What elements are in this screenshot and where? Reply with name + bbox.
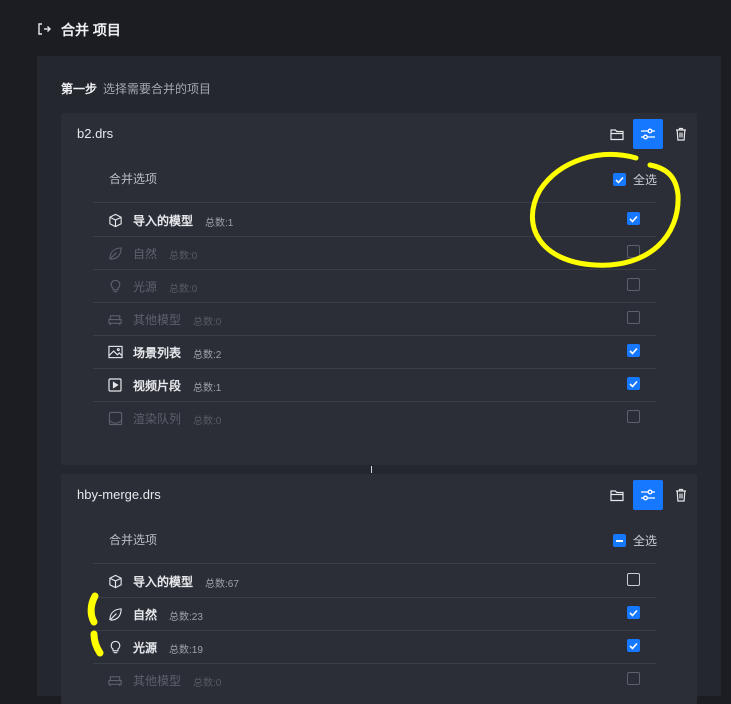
bulb-icon bbox=[107, 278, 123, 294]
cube-icon bbox=[107, 573, 123, 589]
merge-option-checkbox[interactable] bbox=[627, 639, 640, 652]
merge-option-count: 总数:0 bbox=[169, 251, 198, 262]
sliders-icon bbox=[641, 489, 655, 501]
step-header: 第一步 选择需要合并的项目 bbox=[61, 80, 211, 97]
merge-option-count: 总数:0 bbox=[193, 416, 222, 427]
open-folder-button[interactable] bbox=[602, 119, 632, 149]
folder-icon bbox=[609, 128, 624, 140]
merge-options-label: 合并选项 bbox=[109, 533, 158, 547]
sofa-icon bbox=[107, 672, 123, 688]
merge-option-label: 其他模型 bbox=[133, 313, 182, 327]
delete-button[interactable] bbox=[666, 119, 696, 149]
merge-option-count: 总数:1 bbox=[193, 383, 222, 394]
merge-option-row[interactable]: 渲染队列 总数:0 bbox=[93, 401, 656, 434]
merge-option-row[interactable]: 自然 总数:23 bbox=[93, 597, 656, 630]
select-all-checkbox[interactable] bbox=[613, 173, 626, 186]
check-icon bbox=[629, 609, 638, 617]
sliders-icon bbox=[641, 128, 655, 140]
merge-option-row[interactable]: 其他模型 总数:0 bbox=[93, 663, 656, 696]
merge-option-row[interactable]: 光源 总数:19 bbox=[93, 630, 656, 663]
merge-options-label: 合并选项 bbox=[109, 172, 158, 186]
merge-option-row[interactable]: 自然 总数:0 bbox=[93, 236, 656, 269]
page-title: 合并 项目 bbox=[61, 22, 121, 38]
merge-option-label: 导入的模型 bbox=[133, 575, 194, 589]
trash-icon bbox=[676, 127, 686, 141]
merge-option-checkbox[interactable] bbox=[627, 245, 640, 258]
merge-option-label: 自然 bbox=[133, 608, 158, 622]
leaf-icon bbox=[107, 245, 123, 261]
merge-option-label: 渲染队列 bbox=[133, 412, 182, 426]
select-all[interactable]: 全选 bbox=[613, 532, 657, 549]
check-icon bbox=[629, 347, 638, 355]
top-bar: 合并 项目 bbox=[0, 0, 731, 56]
merge-option-count: 总数:19 bbox=[169, 645, 203, 656]
video-icon bbox=[107, 377, 123, 393]
merge-option-row[interactable]: 视频片段 总数:1 bbox=[93, 368, 656, 401]
merge-option-count: 总数:0 bbox=[193, 678, 222, 689]
project-file-name: b2.drs bbox=[77, 126, 114, 141]
merge-option-label: 导入的模型 bbox=[133, 214, 194, 228]
trash-icon bbox=[676, 488, 686, 502]
merge-option-label: 自然 bbox=[133, 247, 158, 261]
image-icon bbox=[107, 344, 123, 360]
render-queue-icon bbox=[107, 410, 123, 426]
merge-option-checkbox[interactable] bbox=[627, 573, 640, 586]
merge-option-checkbox[interactable] bbox=[627, 672, 640, 685]
check-icon bbox=[615, 176, 624, 184]
delete-button[interactable] bbox=[666, 480, 696, 510]
select-all[interactable]: 全选 bbox=[613, 171, 657, 188]
merge-option-checkbox[interactable] bbox=[627, 344, 640, 357]
bulb-icon bbox=[107, 639, 123, 655]
merge-option-label: 场景列表 bbox=[133, 346, 182, 360]
merge-option-checkbox[interactable] bbox=[627, 606, 640, 619]
merge-option-label: 视频片段 bbox=[133, 379, 182, 393]
merge-option-count: 总数:67 bbox=[205, 579, 239, 590]
exit-icon[interactable] bbox=[36, 21, 52, 37]
merge-option-count: 总数:1 bbox=[205, 218, 234, 229]
merge-option-count: 总数:0 bbox=[169, 284, 198, 295]
select-all-label: 全选 bbox=[633, 173, 658, 187]
cube-icon bbox=[107, 212, 123, 228]
merge-option-count: 总数:2 bbox=[193, 350, 222, 361]
merge-option-label: 光源 bbox=[133, 641, 158, 655]
merge-option-label: 光源 bbox=[133, 280, 158, 294]
select-all-label: 全选 bbox=[633, 534, 658, 548]
open-folder-button[interactable] bbox=[602, 480, 632, 510]
sofa-icon bbox=[107, 311, 123, 327]
merge-option-checkbox[interactable] bbox=[627, 311, 640, 324]
merge-option-count: 总数:0 bbox=[193, 317, 222, 328]
project-file-name: hby-merge.drs bbox=[77, 487, 161, 502]
project-card: hby-merge.drs 合并选项 全选 导入的模型 总数:67 自然 总数:23 光… bbox=[61, 474, 697, 704]
merge-option-row[interactable]: 光源 总数:0 bbox=[93, 269, 656, 302]
step-description: 选择需要合并的项目 bbox=[103, 82, 212, 96]
merge-option-checkbox[interactable] bbox=[627, 278, 640, 291]
step-label: 第一步 bbox=[61, 82, 98, 96]
merge-settings-button[interactable] bbox=[633, 119, 663, 149]
select-all-checkbox[interactable] bbox=[613, 534, 626, 547]
folder-icon bbox=[609, 489, 624, 501]
check-icon bbox=[629, 642, 638, 650]
check-icon bbox=[629, 380, 638, 388]
leaf-icon bbox=[107, 606, 123, 622]
merge-option-row[interactable]: 场景列表 总数:2 bbox=[93, 335, 656, 368]
check-icon bbox=[629, 215, 638, 223]
drag-divider bbox=[371, 466, 372, 473]
merge-option-checkbox[interactable] bbox=[627, 377, 640, 390]
project-card: b2.drs 合并选项 全选 导入的模型 总数:1 自然 总数:0 光源 总数:0 其他模型… bbox=[61, 113, 697, 465]
merge-option-checkbox[interactable] bbox=[627, 410, 640, 423]
merge-option-row[interactable]: 导入的模型 总数:1 bbox=[93, 203, 656, 236]
merge-option-row[interactable]: 其他模型 总数:0 bbox=[93, 302, 656, 335]
merge-option-count: 总数:23 bbox=[169, 612, 203, 623]
merge-settings-button[interactable] bbox=[633, 480, 663, 510]
merge-option-row[interactable]: 导入的模型 总数:67 bbox=[93, 564, 656, 597]
merge-option-checkbox[interactable] bbox=[627, 212, 640, 225]
